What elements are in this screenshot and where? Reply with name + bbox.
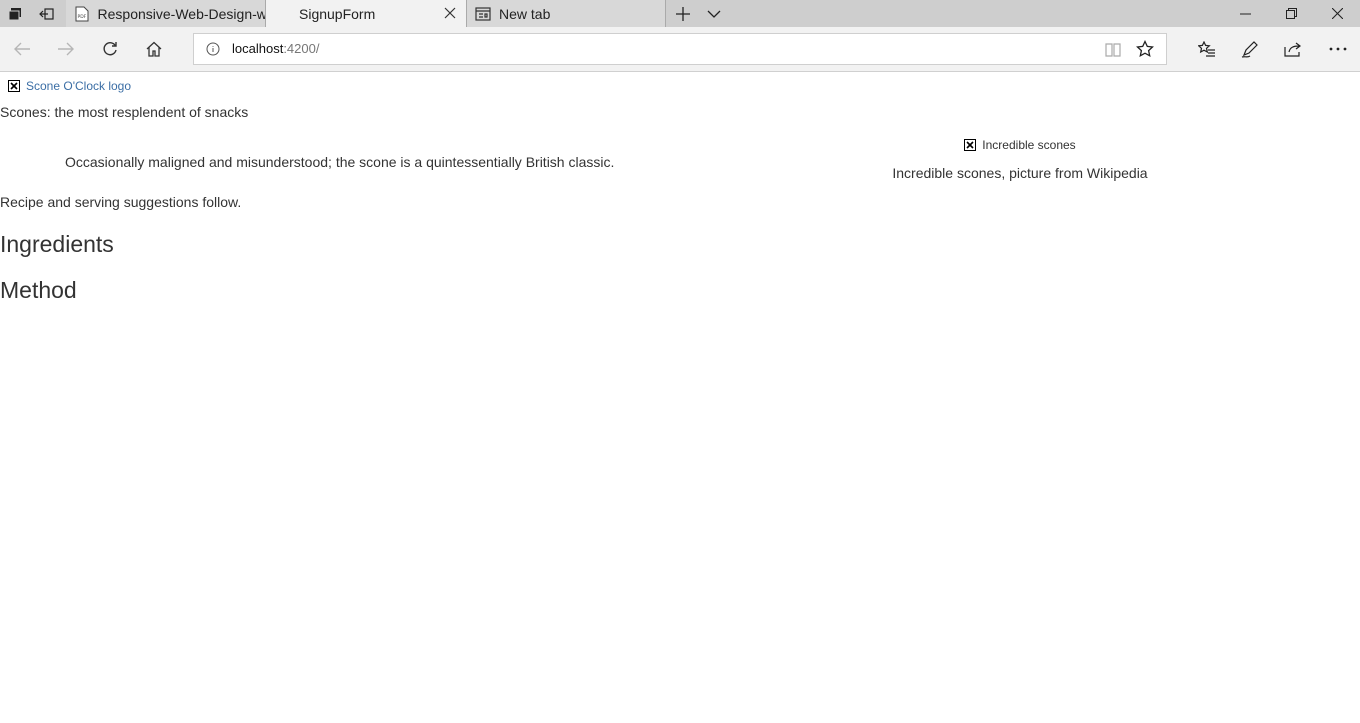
tab-preview-chevron-icon[interactable]	[699, 0, 729, 27]
address-bar[interactable]: localhost:4200/	[193, 33, 1167, 65]
close-window-button[interactable]	[1314, 0, 1360, 27]
scones-image: Incredible scones	[964, 138, 1076, 152]
refresh-button[interactable]	[93, 33, 127, 65]
svg-text:PDF: PDF	[77, 14, 86, 20]
tab-manager-icon[interactable]	[0, 0, 30, 27]
more-options-icon[interactable]	[1321, 33, 1355, 65]
set-aside-tabs-icon[interactable]	[32, 0, 62, 27]
page-content: Scone O'Clock logo Scones: the most resp…	[0, 72, 1360, 723]
tab-strip: PDF Responsive-Web-Design-wi SignupForm …	[0, 0, 1360, 27]
share-icon[interactable]	[1276, 33, 1310, 65]
favorite-star-icon[interactable]	[1136, 39, 1154, 58]
method-heading: Method	[0, 277, 77, 303]
minimize-button[interactable]	[1222, 0, 1268, 27]
broken-image-icon	[8, 80, 20, 92]
intro-blockquote: Occasionally maligned and misunderstood;…	[65, 154, 615, 170]
new-tab-plus-icon[interactable]	[668, 0, 698, 27]
favorites-hub-icon[interactable]	[1190, 33, 1224, 65]
figure-alt-text: Incredible scones	[982, 138, 1076, 152]
recipe-intro-text: Recipe and serving suggestions follow.	[0, 194, 242, 210]
logo-image[interactable]: Scone O'Clock logo	[8, 79, 131, 93]
forward-button[interactable]	[49, 33, 83, 65]
tab-signupform[interactable]: SignupForm	[266, 0, 466, 27]
restore-button[interactable]	[1268, 0, 1314, 27]
tab-title: New tab	[499, 5, 551, 22]
logo-alt-text: Scone O'Clock logo	[26, 79, 132, 93]
page-tagline: Scones: the most resplendent of snacks	[0, 104, 249, 120]
new-tab-page-icon	[475, 6, 491, 22]
scones-figure: Incredible scones Incredible scones, pic…	[880, 136, 1160, 181]
tab-new-tab[interactable]: New tab	[466, 0, 666, 27]
reading-view-icon[interactable]	[1104, 41, 1122, 59]
back-button[interactable]	[5, 33, 39, 65]
web-note-pen-icon[interactable]	[1233, 33, 1267, 65]
url-host: localhost	[232, 41, 284, 56]
home-button[interactable]	[137, 33, 171, 65]
navigation-bar: localhost:4200/	[0, 27, 1360, 72]
ingredients-heading: Ingredients	[0, 231, 114, 257]
site-info-icon[interactable]	[206, 42, 220, 56]
url-port: :4200/	[283, 41, 320, 56]
figure-caption: Incredible scones, picture from Wikipedi…	[892, 165, 1148, 181]
broken-image-icon	[964, 139, 977, 151]
tab-title: Responsive-Web-Design-wi	[97, 5, 265, 22]
tab-responsive-web-design[interactable]: PDF Responsive-Web-Design-wi	[66, 0, 266, 27]
url-text: localhost:4200/	[232, 41, 319, 56]
close-tab-icon[interactable]	[442, 5, 458, 21]
tab-title: SignupForm	[299, 5, 376, 22]
pdf-file-icon: PDF	[74, 6, 90, 22]
